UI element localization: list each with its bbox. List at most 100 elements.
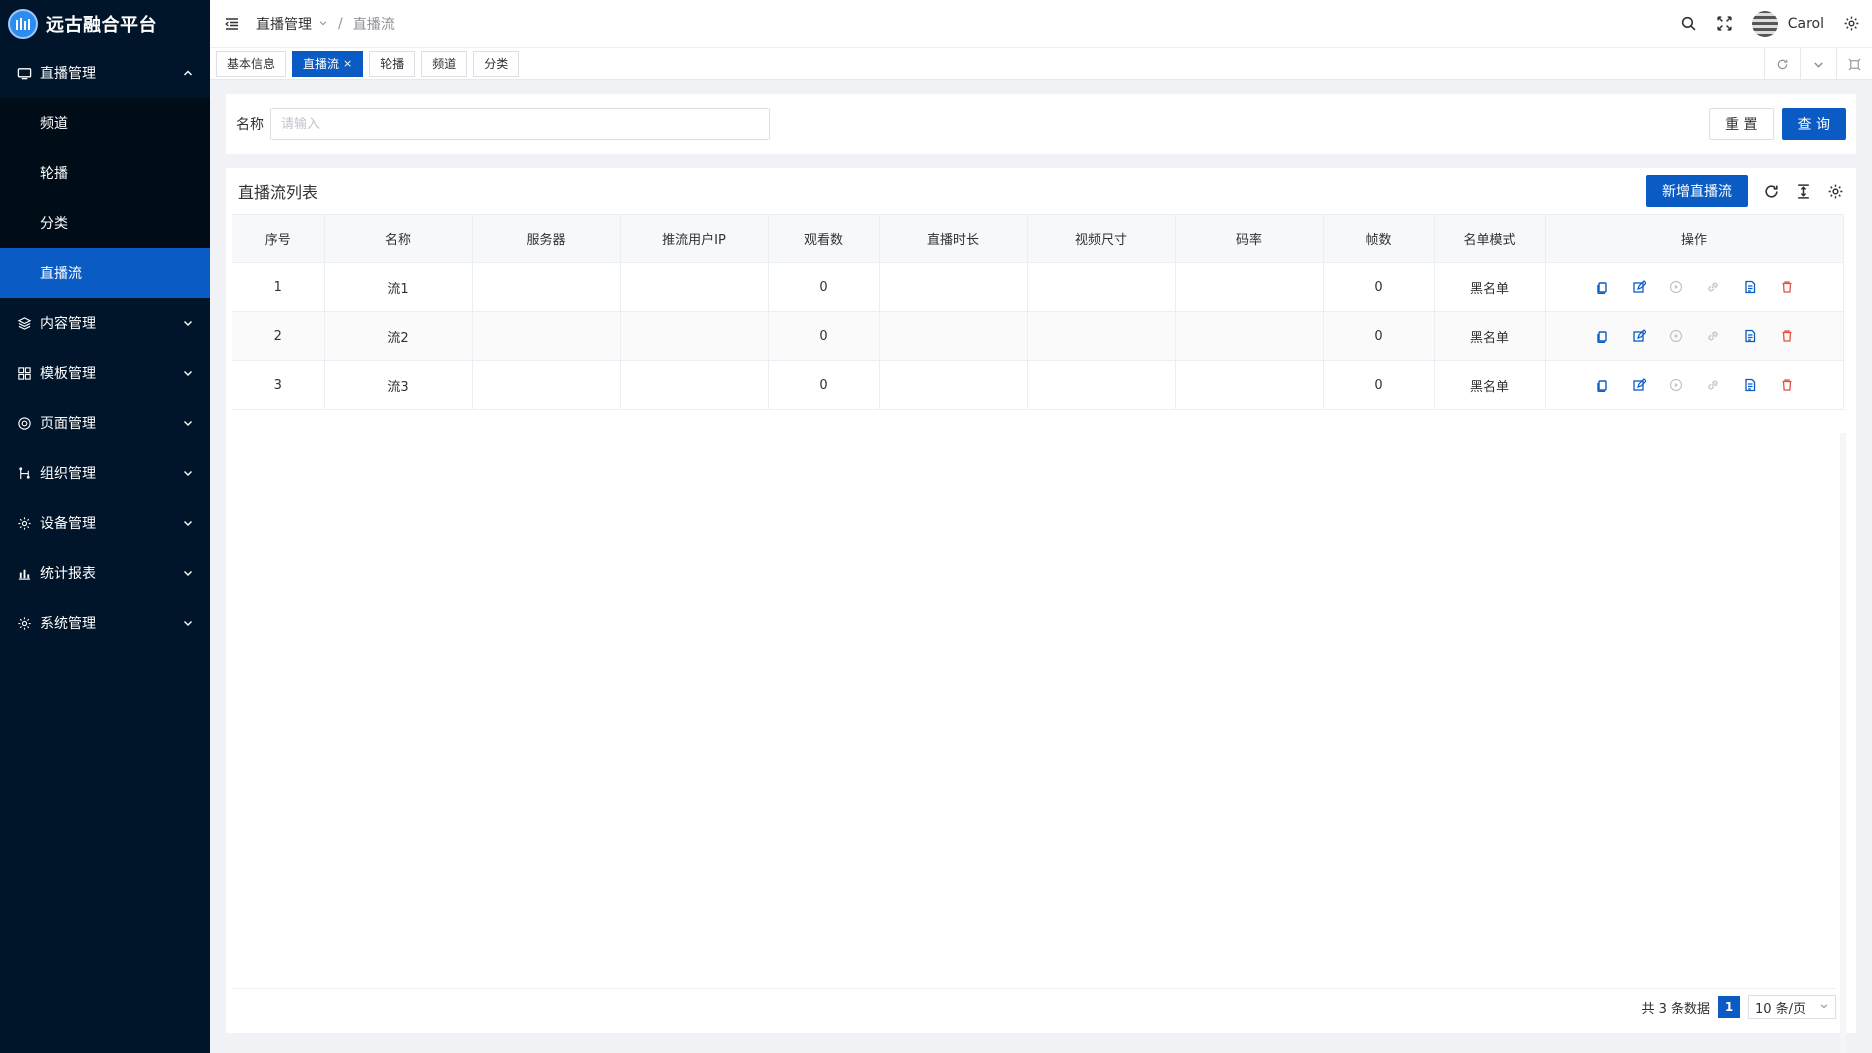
column-header: 名称 (324, 214, 473, 263)
sidebar-item-page-management[interactable]: 页面管理 (0, 398, 210, 448)
tab-carousel[interactable]: 轮播 (369, 50, 416, 77)
sidebar-item-label: 内容管理 (40, 316, 96, 332)
page-number-button[interactable]: 1 (1718, 996, 1740, 1018)
username[interactable]: Carol (1788, 16, 1824, 32)
play-icon[interactable] (1666, 278, 1685, 297)
sidebar-item-statistics[interactable]: 统计报表 (0, 548, 210, 598)
table-cell-size (1027, 360, 1176, 410)
refresh-icon[interactable] (1764, 48, 1800, 80)
column-header: 视频尺寸 (1027, 214, 1176, 263)
table-cell-mode: 黑名单 (1434, 311, 1546, 361)
avatar[interactable] (1751, 10, 1778, 37)
copy-icon[interactable] (1592, 376, 1611, 395)
copy-icon[interactable] (1592, 327, 1611, 346)
link-icon[interactable] (1703, 327, 1722, 346)
delete-icon[interactable] (1777, 327, 1796, 346)
column-height-icon[interactable] (1794, 182, 1812, 200)
settings-icon[interactable] (1826, 182, 1844, 200)
breadcrumb-parent[interactable]: 直播管理 (256, 14, 312, 34)
table-cell-ip (620, 262, 769, 312)
breadcrumb-separator: / (338, 15, 343, 32)
page-size-value: 10 条/页 (1755, 1001, 1807, 1017)
search-icon[interactable] (1680, 15, 1698, 33)
chevron-down-icon[interactable] (1800, 48, 1836, 80)
sidebar-item-category[interactable]: 分类 (0, 198, 210, 248)
search-form: 名称 重 置 查 询 (226, 94, 1856, 154)
tab-label: 轮播 (380, 57, 405, 71)
menu-fold-icon[interactable] (222, 14, 242, 34)
edit-icon[interactable] (1629, 376, 1648, 395)
link-icon[interactable] (1703, 278, 1722, 297)
fullscreen-icon[interactable] (1716, 15, 1734, 33)
gear-icon (16, 615, 32, 631)
sidebar-item-channel[interactable]: 频道 (0, 98, 210, 148)
name-field-label: 名称 (236, 117, 264, 133)
gear-icon[interactable] (1842, 15, 1860, 33)
chevron-down-icon (182, 617, 194, 629)
document-icon[interactable] (1740, 278, 1759, 297)
sidebar-item-device-management[interactable]: 设备管理 (0, 498, 210, 548)
name-input[interactable] (270, 108, 770, 140)
play-icon[interactable] (1666, 376, 1685, 395)
table-scrollbar[interactable] (1840, 433, 1846, 1053)
tab-live-stream[interactable]: 直播流 × (292, 50, 364, 77)
table-cell-ip (620, 360, 769, 410)
table-header-bar: 直播流列表 新增直播流 (226, 168, 1856, 214)
sidebar-item-carousel[interactable]: 轮播 (0, 148, 210, 198)
grid-icon (16, 365, 32, 381)
edit-icon[interactable] (1629, 327, 1648, 346)
edit-icon[interactable] (1629, 278, 1648, 297)
sidebar-item-org-management[interactable]: 组织管理 (0, 448, 210, 498)
tab-label: 分类 (484, 57, 509, 71)
table-cell-bitrate (1175, 311, 1324, 361)
document-icon[interactable] (1740, 327, 1759, 346)
sidebar-item-template-management[interactable]: 模板管理 (0, 348, 210, 398)
row-actions (1546, 278, 1843, 297)
sidebar-item-label: 设备管理 (40, 516, 96, 532)
logo: 远古融合平台 (0, 0, 210, 48)
tab-channel[interactable]: 频道 (421, 50, 468, 77)
chevron-down-icon (182, 367, 194, 379)
tab-category[interactable]: 分类 (473, 50, 520, 77)
live-stream-table: 序号 名称 服务器 推流用户IP 观看数 直播时长 视频尺寸 码率 帧数 名单模… (232, 214, 1844, 410)
link-icon[interactable] (1703, 376, 1722, 395)
delete-icon[interactable] (1777, 376, 1796, 395)
document-icon[interactable] (1740, 376, 1759, 395)
table-cell-server (472, 262, 621, 312)
table-cell-server (472, 360, 621, 410)
column-header: 推流用户IP (620, 214, 769, 263)
sidebar-item-live-management[interactable]: 直播管理 (0, 48, 210, 98)
sidebar-item-label: 系统管理 (40, 616, 96, 632)
table-cell-index: 3 (232, 360, 325, 410)
page-size-select[interactable]: 10 条/页 (1748, 995, 1836, 1019)
refresh-icon[interactable] (1762, 182, 1780, 200)
sidebar-item-system-management[interactable]: 系统管理 (0, 598, 210, 648)
table-cell-size (1027, 311, 1176, 361)
chevron-down-icon (1819, 1000, 1829, 1015)
app-title: 远古融合平台 (46, 15, 157, 36)
monitor-icon (16, 65, 32, 81)
sidebar-item-live-stream[interactable]: 直播流 (0, 248, 210, 298)
query-button[interactable]: 查 询 (1781, 108, 1846, 140)
table-cell-duration (879, 311, 1028, 361)
topbar-actions: Carol (1680, 10, 1860, 37)
chevron-down-icon (182, 317, 194, 329)
add-live-stream-button[interactable]: 新增直播流 (1646, 175, 1748, 207)
delete-icon[interactable] (1777, 278, 1796, 297)
reset-button[interactable]: 重 置 (1709, 108, 1774, 140)
column-header: 码率 (1175, 214, 1324, 263)
topbar: 直播管理 / 直播流 Carol (210, 0, 1872, 48)
table-cell-bitrate (1175, 262, 1324, 312)
tab-basic-info[interactable]: 基本信息 (216, 50, 287, 77)
play-icon[interactable] (1666, 327, 1685, 346)
table-cell-name: 流2 (324, 311, 473, 361)
table-body: 1 流1 0 0 黑名单 2 流2 0 0 黑名单 3 流3 0 0 黑名单 (232, 262, 1844, 410)
table-title: 直播流列表 (238, 183, 319, 202)
close-icon[interactable]: × (343, 57, 352, 70)
column-header: 服务器 (472, 214, 621, 263)
sidebar-item-label: 轮播 (40, 166, 68, 182)
sidebar-item-label: 频道 (40, 116, 68, 132)
copy-icon[interactable] (1592, 278, 1611, 297)
maximize-icon[interactable] (1836, 48, 1872, 80)
sidebar-item-content-management[interactable]: 内容管理 (0, 298, 210, 348)
